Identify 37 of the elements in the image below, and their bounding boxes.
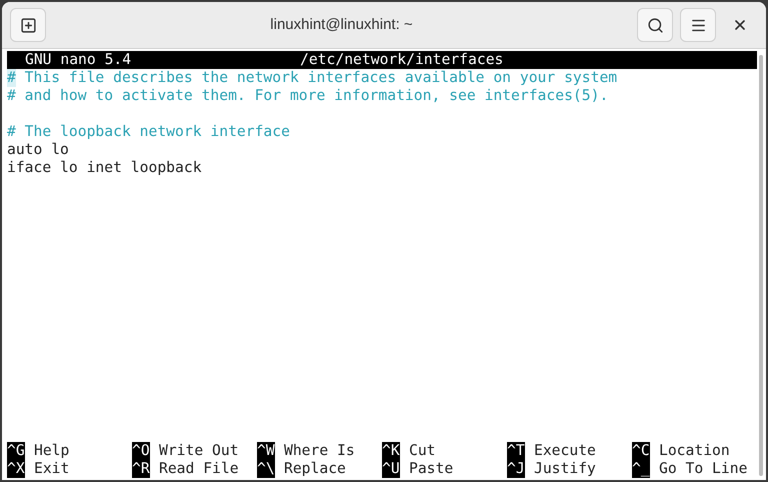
shortcut-label: Cut xyxy=(409,442,436,460)
shortcut-key: ^C xyxy=(632,442,650,460)
shortcut-label: Read File xyxy=(159,460,239,478)
nano-version: GNU nano 5.4 xyxy=(25,51,132,69)
shortcut-label: Write Out xyxy=(159,442,239,460)
shortcut-key: ^U xyxy=(382,460,400,478)
shortcut-label: Location xyxy=(659,442,730,460)
new-tab-button[interactable] xyxy=(10,8,46,42)
search-button[interactable] xyxy=(637,8,673,42)
shortcut-label: Paste xyxy=(409,460,454,478)
shortcut-key: ^W xyxy=(257,442,275,460)
shortcut-key: ^G xyxy=(7,442,25,460)
shortcut-key: ^\ xyxy=(257,460,275,478)
shortcut-key: ^J xyxy=(507,460,525,478)
shortcut-key: ^_ xyxy=(632,460,650,478)
search-icon xyxy=(646,16,664,34)
code-line: auto lo xyxy=(7,141,69,159)
shortcut-label: Execute xyxy=(534,442,596,460)
close-icon xyxy=(732,17,748,33)
shortcut-label: Replace xyxy=(284,460,346,478)
comment-line: # and how to activate them. For more information, see interfaces(5). xyxy=(7,87,608,105)
shortcut-key: ^K xyxy=(382,442,400,460)
shortcut-key: ^X xyxy=(7,460,25,478)
comment-line: # The loopback network interface xyxy=(7,123,290,141)
shortcut-label: Help xyxy=(34,442,70,460)
window-title: linuxhint@linuxhint: ~ xyxy=(270,14,413,35)
shortcut-key: ^R xyxy=(132,460,150,478)
new-tab-icon xyxy=(20,16,36,34)
file-name: /etc/network/interfaces xyxy=(300,51,504,69)
shortcut-label: Exit xyxy=(34,460,70,478)
shortcut-label: Justify xyxy=(534,460,596,478)
shortcut-key: ^O xyxy=(132,442,150,460)
shortcut-key: ^T xyxy=(507,442,525,460)
menu-button[interactable] xyxy=(680,8,716,42)
shortcut-label: Go To Line xyxy=(659,460,748,478)
code-line: iface lo inet loopback xyxy=(7,159,202,177)
shortcut-label: Where Is xyxy=(284,442,355,460)
